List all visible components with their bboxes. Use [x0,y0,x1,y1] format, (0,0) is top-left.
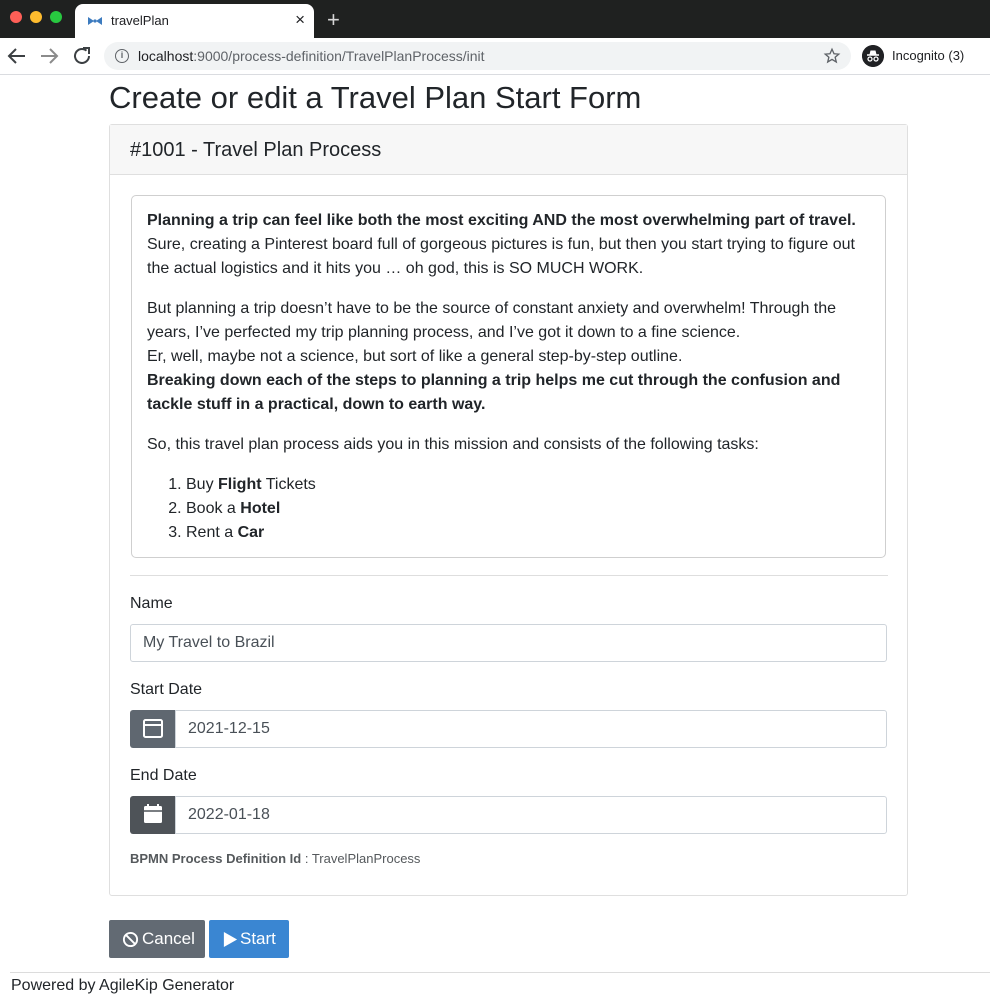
end-date-group: 2022-01-18 [130,796,887,834]
description-paragraph-1: Planning a trip can feel like both the m… [147,212,856,277]
forward-arrow-icon[interactable] [37,44,61,68]
end-date-label: End Date [130,767,197,784]
bookmark-star-icon[interactable] [823,47,841,65]
reload-icon[interactable] [70,44,94,68]
maximize-window-button[interactable] [50,11,62,23]
task-item: Buy Flight Tickets [186,473,870,497]
task-list: Buy Flight Tickets Book a Hotel Rent a C… [171,473,870,545]
incognito-label: Incognito (3) [892,48,965,63]
footer-divider [10,972,990,973]
browser-tab-active[interactable]: travelPlan × [75,4,314,38]
bowtie-favicon-icon [88,17,102,25]
process-card: #1001 - Travel Plan Process Planning a t… [109,124,908,896]
task-item: Rent a Car [186,521,870,545]
browser-tab-strip: travelPlan × + [0,0,990,38]
url-text: localhost:9000/process-definition/Travel… [138,48,485,64]
calendar-filled-icon [144,804,162,823]
name-label: Name [130,595,173,612]
address-bar[interactable]: i localhost:9000/process-definition/Trav… [104,42,851,70]
description-paragraph-3: So, this travel plan process aids you in… [147,436,759,453]
play-icon [223,931,238,948]
calendar-icon [143,719,163,738]
name-input[interactable]: My Travel to Brazil [130,624,887,662]
ban-icon [122,931,139,948]
end-date-input[interactable]: 2022-01-18 [175,796,887,834]
start-date-group: 2021-12-15 [130,710,887,748]
cancel-button[interactable]: Cancel [109,920,205,958]
start-date-picker-button[interactable] [130,710,176,748]
close-tab-icon[interactable]: × [295,10,305,30]
card-header-title: #1001 - Travel Plan Process [130,139,382,161]
form-divider [130,575,888,576]
task-item: Book a Hotel [186,497,870,521]
page-content: Create or edit a Travel Plan Start Form … [0,75,990,999]
tab-title: travelPlan [111,13,169,28]
card-header: #1001 - Travel Plan Process [110,125,907,175]
site-info-icon[interactable]: i [115,49,129,63]
footer-text: Powered by AgileKip Generator [11,977,235,994]
description-paragraph-2: But planning a trip doesn’t have to be t… [147,300,841,413]
browser-toolbar: i localhost:9000/process-definition/Trav… [0,38,990,75]
page-title: Create or edit a Travel Plan Start Form [109,80,642,115]
process-description: Planning a trip can feel like both the m… [131,195,886,558]
incognito-indicator[interactable]: Incognito (3) [858,43,982,69]
minimize-window-button[interactable] [30,11,42,23]
start-button[interactable]: Start [209,920,289,958]
start-date-input[interactable]: 2021-12-15 [175,710,887,748]
close-window-button[interactable] [10,11,22,23]
start-date-label: Start Date [130,681,203,698]
incognito-icon [862,45,884,67]
new-tab-button[interactable]: + [327,7,340,33]
process-definition-id: BPMN Process Definition Id : TravelPlanP… [130,851,421,866]
back-arrow-icon[interactable] [5,44,29,68]
end-date-picker-button[interactable] [130,796,176,834]
